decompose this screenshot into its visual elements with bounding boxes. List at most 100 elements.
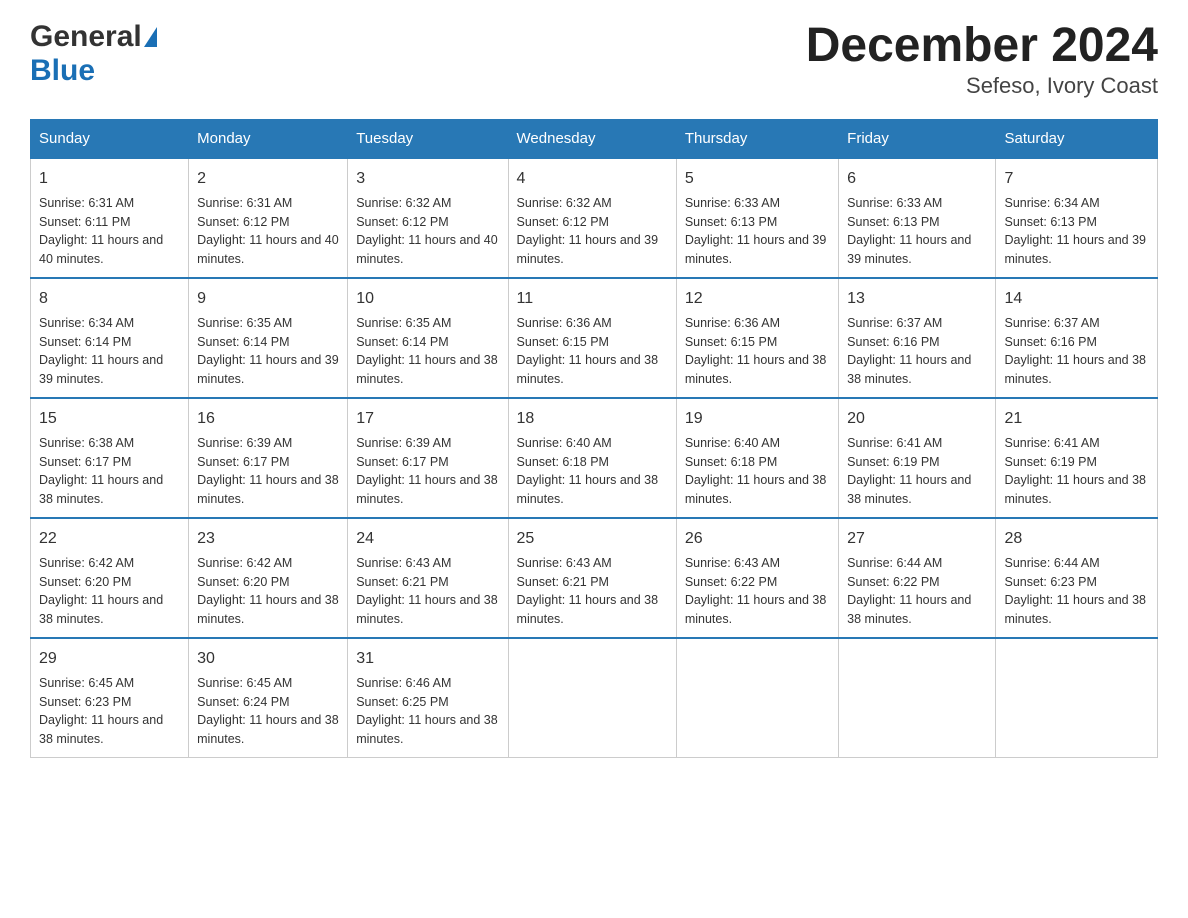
day-info: Sunrise: 6:36 AMSunset: 6:15 PMDaylight:… xyxy=(685,314,830,389)
day-info: Sunrise: 6:37 AMSunset: 6:16 PMDaylight:… xyxy=(1004,314,1149,389)
header-saturday: Saturday xyxy=(996,119,1158,158)
calendar-day-cell: 8 Sunrise: 6:34 AMSunset: 6:14 PMDaylight… xyxy=(31,278,189,398)
day-number: 2 xyxy=(197,167,339,191)
calendar-day-cell: 13 Sunrise: 6:37 AMSunset: 6:16 PMDayligh… xyxy=(839,278,996,398)
day-number: 18 xyxy=(517,407,668,431)
day-info: Sunrise: 6:42 AMSunset: 6:20 PMDaylight:… xyxy=(197,554,339,629)
calendar-day-cell: 30 Sunrise: 6:45 AMSunset: 6:24 PMDayligh… xyxy=(189,638,348,758)
calendar-week-row: 8 Sunrise: 6:34 AMSunset: 6:14 PMDaylight… xyxy=(31,278,1158,398)
calendar-day-cell xyxy=(996,638,1158,758)
calendar-day-cell: 3 Sunrise: 6:32 AMSunset: 6:12 PMDaylight… xyxy=(348,158,508,278)
header-thursday: Thursday xyxy=(676,119,838,158)
calendar-day-cell: 24 Sunrise: 6:43 AMSunset: 6:21 PMDayligh… xyxy=(348,518,508,638)
day-number: 29 xyxy=(39,647,180,671)
calendar-day-cell: 23 Sunrise: 6:42 AMSunset: 6:20 PMDayligh… xyxy=(189,518,348,638)
day-info: Sunrise: 6:40 AMSunset: 6:18 PMDaylight:… xyxy=(517,434,668,509)
calendar-day-cell xyxy=(839,638,996,758)
day-number: 13 xyxy=(847,287,987,311)
day-info: Sunrise: 6:39 AMSunset: 6:17 PMDaylight:… xyxy=(356,434,499,509)
calendar-day-cell: 17Sunrise: 6:39 AMSunset: 6:17 PMDayligh… xyxy=(348,398,508,518)
logo: General Blue xyxy=(30,20,159,88)
logo-row: General xyxy=(30,20,159,54)
header-sunday: Sunday xyxy=(31,119,189,158)
day-info: Sunrise: 6:31 AMSunset: 6:11 PMDaylight:… xyxy=(39,194,180,269)
calendar-header-row: Sunday Monday Tuesday Wednesday Thursday… xyxy=(31,119,1158,158)
day-number: 22 xyxy=(39,527,180,551)
calendar-day-cell: 5 Sunrise: 6:33 AMSunset: 6:13 PMDaylight… xyxy=(676,158,838,278)
day-number: 4 xyxy=(517,167,668,191)
day-number: 6 xyxy=(847,167,987,191)
day-number: 28 xyxy=(1004,527,1149,551)
page-container: General Blue December 2024 Sefeso, Ivory… xyxy=(30,20,1158,758)
calendar-subtitle: Sefeso, Ivory Coast xyxy=(806,73,1158,99)
day-number: 8 xyxy=(39,287,180,311)
logo-triangle-icon xyxy=(144,27,157,47)
day-number: 5 xyxy=(685,167,830,191)
day-number: 1 xyxy=(39,167,180,191)
calendar-day-cell: 1 Sunrise: 6:31 AMSunset: 6:11 PMDaylight… xyxy=(31,158,189,278)
day-info: Sunrise: 6:33 AMSunset: 6:13 PMDaylight:… xyxy=(847,194,987,269)
day-info: Sunrise: 6:31 AMSunset: 6:12 PMDaylight:… xyxy=(197,194,339,269)
calendar-table: Sunday Monday Tuesday Wednesday Thursday… xyxy=(30,119,1158,758)
calendar-day-cell: 4 Sunrise: 6:32 AMSunset: 6:12 PMDaylight… xyxy=(508,158,676,278)
calendar-day-cell xyxy=(676,638,838,758)
calendar-day-cell: 31Sunrise: 6:46 AMSunset: 6:25 PMDayligh… xyxy=(348,638,508,758)
calendar-day-cell: 9Sunrise: 6:35 AMSunset: 6:14 PMDaylight… xyxy=(189,278,348,398)
day-info: Sunrise: 6:39 AMSunset: 6:17 PMDaylight:… xyxy=(197,434,339,509)
logo-general-text: General xyxy=(30,20,142,54)
day-number: 30 xyxy=(197,647,339,671)
calendar-day-cell: 29Sunrise: 6:45 AMSunset: 6:23 PMDayligh… xyxy=(31,638,189,758)
calendar-day-cell: 26 Sunrise: 6:43 AMSunset: 6:22 PMDayligh… xyxy=(676,518,838,638)
day-info: Sunrise: 6:35 AMSunset: 6:14 PMDaylight:… xyxy=(197,314,339,389)
header: General Blue December 2024 Sefeso, Ivory… xyxy=(30,20,1158,99)
calendar-day-cell: 11Sunrise: 6:36 AMSunset: 6:15 PMDayligh… xyxy=(508,278,676,398)
calendar-day-cell: 28 Sunrise: 6:44 AMSunset: 6:23 PMDayligh… xyxy=(996,518,1158,638)
day-number: 16 xyxy=(197,407,339,431)
day-info: Sunrise: 6:44 AMSunset: 6:22 PMDaylight:… xyxy=(847,554,987,629)
day-number: 7 xyxy=(1004,167,1149,191)
day-number: 23 xyxy=(197,527,339,551)
day-info: Sunrise: 6:43 AMSunset: 6:21 PMDaylight:… xyxy=(356,554,499,629)
day-info: Sunrise: 6:43 AMSunset: 6:21 PMDaylight:… xyxy=(517,554,668,629)
day-number: 3 xyxy=(356,167,499,191)
day-info: Sunrise: 6:45 AMSunset: 6:24 PMDaylight:… xyxy=(197,674,339,749)
calendar-week-row: 22 Sunrise: 6:42 AMSunset: 6:20 PMDayligh… xyxy=(31,518,1158,638)
day-number: 12 xyxy=(685,287,830,311)
logo-blue-text: Blue xyxy=(30,54,95,87)
calendar-day-cell: 12 Sunrise: 6:36 AMSunset: 6:15 PMDayligh… xyxy=(676,278,838,398)
day-info: Sunrise: 6:32 AMSunset: 6:12 PMDaylight:… xyxy=(356,194,499,269)
calendar-day-cell: 18 Sunrise: 6:40 AMSunset: 6:18 PMDayligh… xyxy=(508,398,676,518)
day-info: Sunrise: 6:35 AMSunset: 6:14 PMDaylight:… xyxy=(356,314,499,389)
calendar-day-cell: 15Sunrise: 6:38 AMSunset: 6:17 PMDayligh… xyxy=(31,398,189,518)
calendar-day-cell: 19 Sunrise: 6:40 AMSunset: 6:18 PMDayligh… xyxy=(676,398,838,518)
day-info: Sunrise: 6:41 AMSunset: 6:19 PMDaylight:… xyxy=(1004,434,1149,509)
day-info: Sunrise: 6:41 AMSunset: 6:19 PMDaylight:… xyxy=(847,434,987,509)
day-info: Sunrise: 6:43 AMSunset: 6:22 PMDaylight:… xyxy=(685,554,830,629)
header-wednesday: Wednesday xyxy=(508,119,676,158)
header-tuesday: Tuesday xyxy=(348,119,508,158)
calendar-day-cell: 2 Sunrise: 6:31 AMSunset: 6:12 PMDaylight… xyxy=(189,158,348,278)
calendar-day-cell: 21Sunrise: 6:41 AMSunset: 6:19 PMDayligh… xyxy=(996,398,1158,518)
calendar-day-cell: 22 Sunrise: 6:42 AMSunset: 6:20 PMDayligh… xyxy=(31,518,189,638)
day-info: Sunrise: 6:44 AMSunset: 6:23 PMDaylight:… xyxy=(1004,554,1149,629)
calendar-day-cell: 14Sunrise: 6:37 AMSunset: 6:16 PMDayligh… xyxy=(996,278,1158,398)
day-info: Sunrise: 6:33 AMSunset: 6:13 PMDaylight:… xyxy=(685,194,830,269)
day-number: 26 xyxy=(685,527,830,551)
day-info: Sunrise: 6:37 AMSunset: 6:16 PMDaylight:… xyxy=(847,314,987,389)
day-number: 31 xyxy=(356,647,499,671)
day-info: Sunrise: 6:38 AMSunset: 6:17 PMDaylight:… xyxy=(39,434,180,509)
day-number: 27 xyxy=(847,527,987,551)
day-info: Sunrise: 6:32 AMSunset: 6:12 PMDaylight:… xyxy=(517,194,668,269)
calendar-week-row: 29Sunrise: 6:45 AMSunset: 6:23 PMDayligh… xyxy=(31,638,1158,758)
day-info: Sunrise: 6:40 AMSunset: 6:18 PMDaylight:… xyxy=(685,434,830,509)
day-number: 19 xyxy=(685,407,830,431)
logo-blue-row: Blue xyxy=(30,54,159,88)
day-info: Sunrise: 6:34 AMSunset: 6:14 PMDaylight:… xyxy=(39,314,180,389)
day-info: Sunrise: 6:42 AMSunset: 6:20 PMDaylight:… xyxy=(39,554,180,629)
calendar-day-cell: 10Sunrise: 6:35 AMSunset: 6:14 PMDayligh… xyxy=(348,278,508,398)
calendar-day-cell: 6 Sunrise: 6:33 AMSunset: 6:13 PMDaylight… xyxy=(839,158,996,278)
day-number: 24 xyxy=(356,527,499,551)
header-friday: Friday xyxy=(839,119,996,158)
title-area: December 2024 Sefeso, Ivory Coast xyxy=(806,20,1158,99)
calendar-title: December 2024 xyxy=(806,20,1158,73)
